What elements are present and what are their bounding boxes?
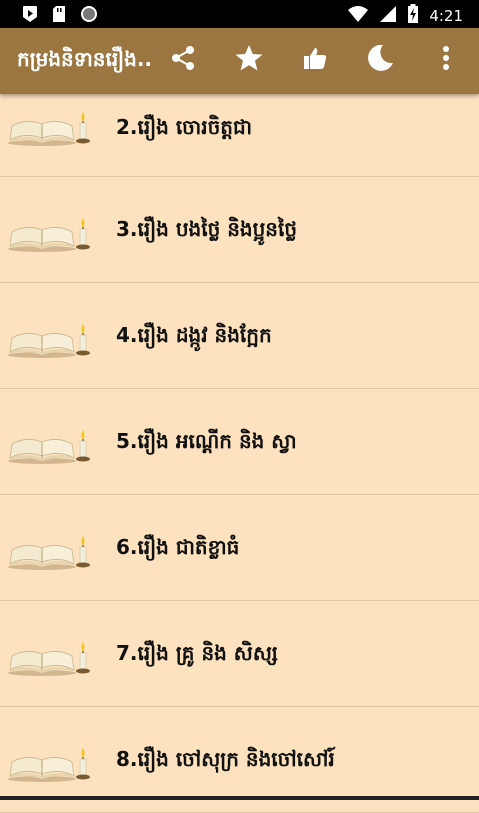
story-list-item[interactable]: 2.រឿង ចោរចិត្តជា (0, 94, 479, 177)
star-icon (234, 43, 264, 77)
story-title: 3.រឿង បងថ្លៃ និងប្អូនថ្លៃ (116, 217, 298, 241)
battery-charging-icon (407, 4, 419, 28)
story-list-item[interactable]: 5.រឿង អណ្តើក និង ស្វា (0, 389, 479, 495)
clock: 4:21 (429, 7, 463, 25)
open-book-candle-icon (6, 746, 92, 784)
app-title: កម្រងនិទានរឿង.. (17, 47, 153, 71)
open-book-candle-icon (6, 640, 92, 678)
moon-icon (365, 43, 395, 77)
bottom-edge (0, 796, 479, 800)
signal-icon (379, 5, 397, 27)
story-title: 4.រឿង ដង្កូវ និងក្អែក (116, 323, 272, 347)
story-list: 2.រឿង ចោរចិត្តជា 3.រឿង បងថ្លៃ និងប្អូនថ្… (0, 94, 479, 813)
story-title: 2.រឿង ចោរចិត្តជា (116, 115, 252, 139)
open-book-candle-icon (6, 428, 92, 466)
app-bar: កម្រងនិទានរឿង.. (0, 28, 479, 94)
sd-card-icon (52, 5, 66, 27)
story-title: 7.រឿង គ្រូ និង សិស្ស (116, 641, 278, 665)
thumbs-up-icon (302, 45, 328, 75)
open-book-candle-icon (6, 216, 92, 254)
story-title: 8.រឿង ចៅសុក្រ និងចៅសៅរ៍ (116, 747, 335, 771)
night-mode-button[interactable] (362, 42, 398, 78)
story-list-item[interactable]: 4.រឿង ដង្កូវ និងក្អែក (0, 283, 479, 389)
story-title: 5.រឿង អណ្តើក និង ស្វា (116, 429, 297, 453)
favorite-button[interactable] (231, 42, 267, 78)
story-list-item[interactable]: 7.រឿង គ្រូ និង សិស្ស (0, 601, 479, 707)
share-icon (169, 44, 197, 76)
circle-icon (80, 5, 98, 27)
play-icon (22, 5, 38, 27)
story-title: 6.រឿង ជាតិខ្លាធំ (116, 535, 240, 559)
wifi-icon (347, 5, 369, 27)
share-button[interactable] (165, 42, 201, 78)
like-button[interactable] (297, 42, 333, 78)
story-list-item[interactable]: 6.រឿង ជាតិខ្លាធំ (0, 495, 479, 601)
more-options-button[interactable] (428, 42, 464, 78)
more-vert-icon (442, 45, 450, 75)
open-book-candle-icon (6, 322, 92, 360)
open-book-candle-icon (6, 534, 92, 572)
open-book-candle-icon (6, 110, 92, 148)
story-list-item[interactable]: 3.រឿង បងថ្លៃ និងប្អូនថ្លៃ (0, 177, 479, 283)
status-bar: 4:21 (0, 0, 479, 28)
